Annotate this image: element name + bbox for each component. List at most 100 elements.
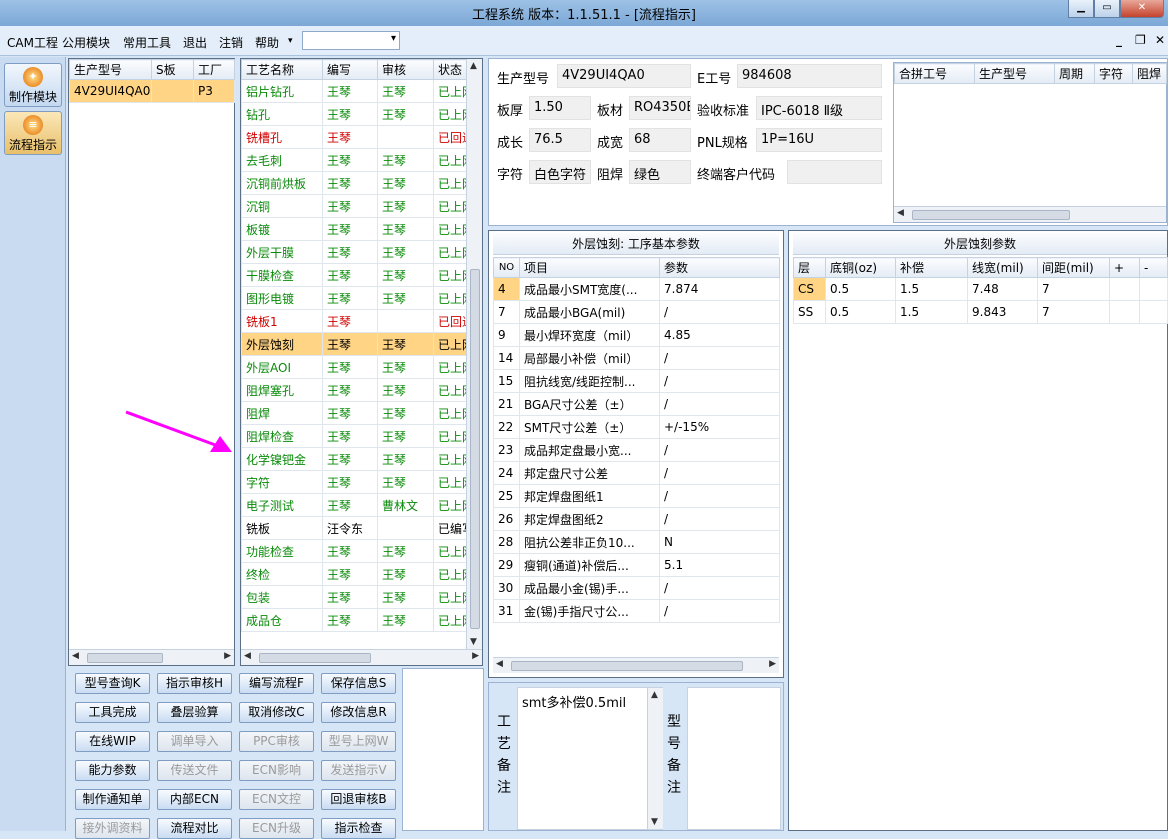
menu-public-module[interactable]: 公用模块 bbox=[62, 34, 110, 51]
flow-module-button[interactable]: ≡ 流程指示 bbox=[4, 111, 62, 155]
etch-param-cell[interactable] bbox=[1139, 300, 1168, 324]
width-field[interactable]: 68 bbox=[629, 128, 691, 152]
etch-param-cell[interactable] bbox=[1109, 277, 1140, 301]
col-factory[interactable]: 工厂 bbox=[193, 59, 235, 80]
action-button[interactable]: 内部ECN bbox=[157, 789, 232, 810]
etch-col-header[interactable]: + bbox=[1109, 257, 1140, 278]
product-row[interactable]: 4V29UI4QA0 P3 bbox=[69, 79, 235, 103]
basic-param-row[interactable]: 4 成品最小SMT宽度(... 7.874 bbox=[493, 277, 780, 301]
etch-param-cell[interactable]: 7 bbox=[1037, 277, 1110, 301]
mdi-close-icon[interactable]: ✕ bbox=[1155, 33, 1165, 47]
process-hscroll[interactable]: ◀ ▶ bbox=[241, 649, 482, 665]
mdi-restore-icon[interactable]: ❐ bbox=[1135, 33, 1146, 47]
process-row[interactable]: 字符王琴王琴已上网 bbox=[241, 470, 468, 494]
action-button[interactable]: 在线WIP bbox=[75, 731, 150, 752]
process-vscroll[interactable]: ▲ ▼ bbox=[466, 59, 482, 649]
action-button[interactable]: 接外调资料 bbox=[75, 818, 150, 839]
col-param[interactable]: 参数 bbox=[659, 257, 780, 278]
action-button[interactable]: 指示审核H bbox=[157, 673, 232, 694]
customer-field[interactable] bbox=[787, 160, 882, 184]
menu-cam[interactable]: CAM工程 bbox=[7, 34, 58, 51]
process-row[interactable]: 去毛刺王琴王琴已上网 bbox=[241, 148, 468, 172]
action-button[interactable]: 保存信息S bbox=[321, 673, 396, 694]
etch-col-header[interactable]: 间距(mil) bbox=[1037, 257, 1110, 278]
product-hscroll[interactable]: ◀ ▶ bbox=[69, 649, 234, 665]
basic-param-row[interactable]: 28 阻抗公差非正负10... N bbox=[493, 530, 780, 554]
col-combine-model[interactable]: 生产型号 bbox=[974, 63, 1055, 84]
help-dropdown-icon[interactable]: ▾ bbox=[288, 36, 293, 46]
eno-field[interactable]: 984608 bbox=[737, 64, 882, 88]
process-row[interactable]: 阻焊塞孔王琴王琴已上网 bbox=[241, 378, 468, 402]
model-remark-text[interactable] bbox=[687, 687, 781, 830]
col-status[interactable]: 状态 bbox=[433, 59, 468, 80]
etch-col-header[interactable]: 层 bbox=[793, 257, 826, 278]
col-no[interactable]: NO bbox=[493, 257, 520, 278]
length-field[interactable]: 76.5 bbox=[529, 128, 591, 152]
process-row[interactable]: 阻焊王琴王琴已上网 bbox=[241, 401, 468, 425]
process-row[interactable]: 板镀王琴王琴已上网 bbox=[241, 217, 468, 241]
etch-param-cell[interactable]: SS bbox=[793, 300, 826, 324]
col-item[interactable]: 项目 bbox=[519, 257, 660, 278]
pnl-field[interactable]: 1P=16U bbox=[756, 128, 882, 152]
action-button[interactable]: ECN文控 bbox=[239, 789, 314, 810]
basic-param-row[interactable]: 21 BGA尺寸公差（±） / bbox=[493, 392, 780, 416]
process-row[interactable]: 化学镍钯金王琴王琴已上网 bbox=[241, 447, 468, 471]
process-row[interactable]: 阻焊检查王琴王琴已上网 bbox=[241, 424, 468, 448]
process-remark-text[interactable]: smt多补偿0.5mil bbox=[517, 687, 663, 830]
col-combine-char[interactable]: 字符 bbox=[1094, 63, 1133, 84]
process-row[interactable]: 电子测试王琴曹林文已上网 bbox=[241, 493, 468, 517]
process-row[interactable]: 铣板汪令东 已编写 bbox=[241, 516, 468, 540]
process-row[interactable]: 图形电镀王琴王琴已上网 bbox=[241, 286, 468, 310]
mask-field[interactable]: 绿色 bbox=[629, 160, 691, 184]
action-button[interactable]: 型号查询K bbox=[75, 673, 150, 694]
process-row[interactable]: 外层干膜王琴王琴已上网 bbox=[241, 240, 468, 264]
basic-param-row[interactable]: 22 SMT尺寸公差（±） +/-15% bbox=[493, 415, 780, 439]
basic-param-row[interactable]: 23 成品邦定盘最小宽... / bbox=[493, 438, 780, 462]
etch-param-cell[interactable]: 7.48 bbox=[967, 277, 1038, 301]
action-button[interactable]: 编写流程F bbox=[239, 673, 314, 694]
etch-param-cell[interactable] bbox=[1139, 277, 1168, 301]
process-row[interactable]: 铣板1王琴 已回退 bbox=[241, 309, 468, 333]
etch-col-header[interactable]: - bbox=[1139, 257, 1168, 278]
basic-param-row[interactable]: 9 最小焊环宽度（mil） 4.85 bbox=[493, 323, 780, 347]
col-s-board[interactable]: S板 bbox=[151, 59, 194, 80]
etch-col-header[interactable]: 底铜(oz) bbox=[825, 257, 896, 278]
action-button[interactable]: 型号上网W bbox=[321, 731, 396, 752]
col-process-name[interactable]: 工艺名称 bbox=[241, 59, 323, 80]
menu-help[interactable]: 帮助 bbox=[255, 34, 279, 51]
action-button[interactable]: ECN影响 bbox=[239, 760, 314, 781]
menu-common-tools[interactable]: 常用工具 bbox=[123, 34, 171, 51]
close-button[interactable]: ✕ bbox=[1120, 0, 1164, 18]
basic-param-row[interactable]: 24 邦定盘尺寸公差 / bbox=[493, 461, 780, 485]
basic-param-row[interactable]: 30 成品最小金(锡)手... / bbox=[493, 576, 780, 600]
action-button[interactable]: 调单导入 bbox=[157, 731, 232, 752]
etch-param-cell[interactable]: 0.5 bbox=[825, 300, 896, 324]
process-row[interactable]: 沉铜王琴王琴已上网 bbox=[241, 194, 468, 218]
material-field[interactable]: RO4350B bbox=[629, 96, 691, 120]
action-button[interactable]: 发送指示V bbox=[321, 760, 396, 781]
process-row[interactable]: 包装王琴王琴已上网 bbox=[241, 585, 468, 609]
process-remark-vscroll[interactable]: ▲ ▼ bbox=[647, 688, 663, 829]
etch-param-cell[interactable]: 9.843 bbox=[967, 300, 1038, 324]
action-button[interactable]: 指示检查 bbox=[321, 818, 396, 839]
char-field[interactable]: 白色字符 bbox=[529, 160, 591, 184]
basic-param-row[interactable]: 25 邦定焊盘图纸1/ bbox=[493, 484, 780, 508]
maximize-button[interactable]: ▭ bbox=[1094, 0, 1120, 18]
process-row[interactable]: 成品仓王琴王琴已上网 bbox=[241, 608, 468, 632]
process-row[interactable]: 终检王琴王琴已上网 bbox=[241, 562, 468, 586]
process-row[interactable]: 功能检查王琴王琴已上网 bbox=[241, 539, 468, 563]
action-button[interactable]: 回退审核B bbox=[321, 789, 396, 810]
action-button[interactable]: ECN升级 bbox=[239, 818, 314, 839]
mdi-minimize-icon[interactable]: _ bbox=[1116, 33, 1122, 47]
menu-exit[interactable]: 退出 bbox=[183, 34, 207, 51]
action-button[interactable]: 修改信息R bbox=[321, 702, 396, 723]
menu-combo-box[interactable] bbox=[302, 31, 400, 50]
action-button[interactable]: 制作通知单 bbox=[75, 789, 150, 810]
minimize-button[interactable]: ▁ bbox=[1068, 0, 1094, 18]
process-row[interactable]: 外层AOI王琴王琴已上网 bbox=[241, 355, 468, 379]
process-row[interactable]: 外层蚀刻王琴王琴已上网 bbox=[241, 332, 468, 356]
basic-param-row[interactable]: 29 瘦铜(通道)补偿后... 5.1 bbox=[493, 553, 780, 577]
combine-hscroll[interactable]: ◀ bbox=[894, 206, 1166, 222]
standard-field[interactable]: IPC-6018 Ⅱ级 bbox=[756, 96, 882, 120]
menu-logout[interactable]: 注销 bbox=[219, 34, 243, 51]
